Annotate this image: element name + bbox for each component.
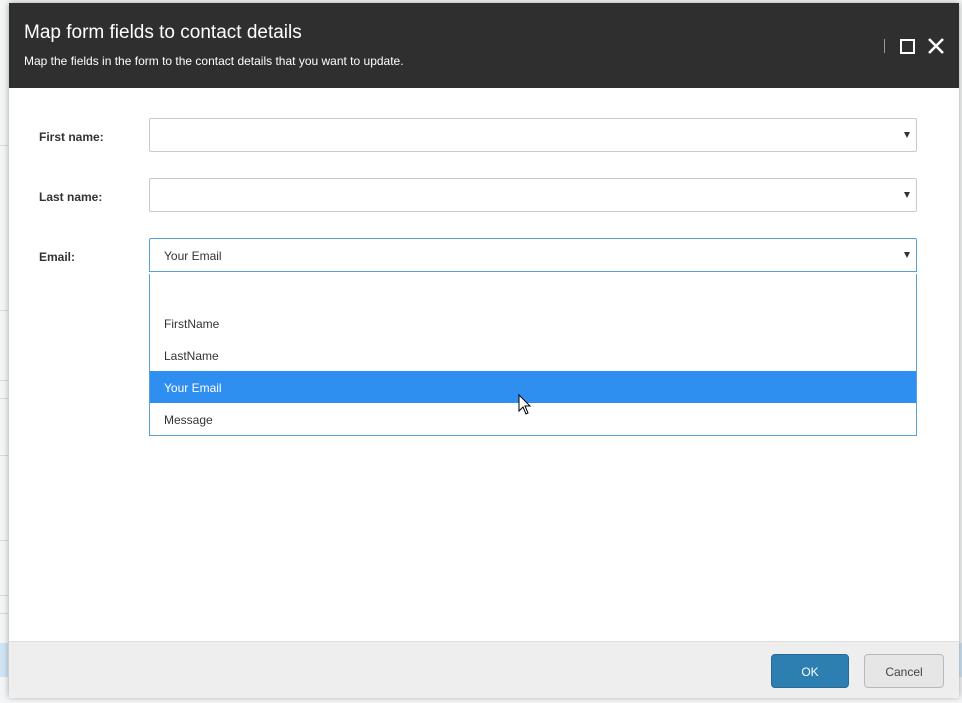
dialog-subtitle: Map the fields in the form to the contac… <box>24 54 404 68</box>
close-button[interactable] <box>926 36 946 56</box>
caret-down-icon <box>904 252 910 258</box>
background-divider <box>0 455 8 456</box>
header-separator <box>884 39 885 53</box>
option-label: Message <box>164 413 213 427</box>
background-highlight <box>0 643 8 677</box>
dropdown-option-firstname[interactable]: FirstName <box>150 307 916 339</box>
dialog-header: Map form fields to contact details Map t… <box>9 3 959 88</box>
dropdown-option-lastname[interactable]: LastName <box>150 339 916 371</box>
background-divider <box>0 613 8 614</box>
option-label: LastName <box>164 349 219 363</box>
option-label: Your Email <box>164 381 222 395</box>
caret-down-icon <box>904 132 910 138</box>
option-label: FirstName <box>164 317 220 331</box>
mouse-pointer-icon <box>518 394 532 415</box>
background-divider <box>0 540 8 541</box>
map-fields-dialog: Map form fields to contact details Map t… <box>9 3 959 698</box>
background-divider <box>0 380 8 381</box>
email-label: Email: <box>39 250 76 264</box>
dropdown-option-your-email[interactable]: Your Email <box>150 371 916 403</box>
last-name-select[interactable] <box>149 178 917 212</box>
email-select[interactable]: Your Email <box>149 238 917 272</box>
email-dropdown-list: FirstName LastName Your Email Message <box>149 274 917 436</box>
dialog-footer: OK Cancel <box>9 641 959 698</box>
ok-button[interactable]: OK <box>771 654 849 688</box>
close-icon <box>928 38 944 54</box>
background-divider <box>0 398 8 399</box>
email-value: Your Email <box>164 249 222 263</box>
dialog-title: Map form fields to contact details <box>24 22 302 43</box>
cancel-button[interactable]: Cancel <box>864 654 944 688</box>
first-name-select[interactable] <box>149 118 917 152</box>
dropdown-option-message[interactable]: Message <box>150 403 916 435</box>
maximize-icon <box>900 39 915 54</box>
caret-down-icon <box>904 192 910 198</box>
background-divider <box>0 595 8 596</box>
first-name-label: First name: <box>39 130 104 144</box>
maximize-button[interactable] <box>899 38 915 54</box>
last-name-label: Last name: <box>39 190 103 204</box>
background-divider <box>0 310 8 311</box>
background-divider <box>0 145 8 146</box>
